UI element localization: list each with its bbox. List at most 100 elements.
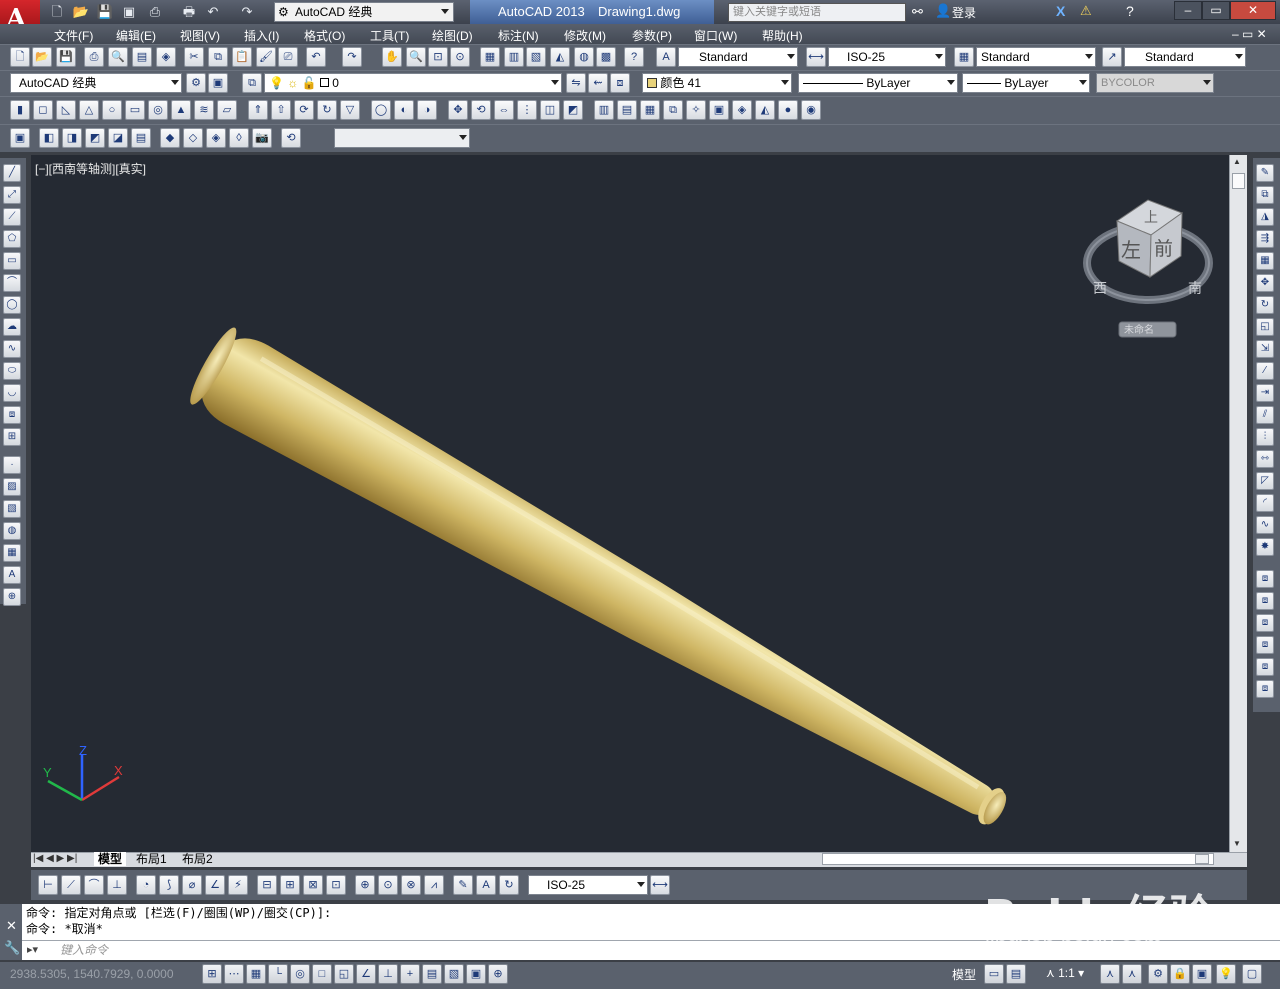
multileader-style-combo[interactable]: Standard (1124, 47, 1246, 67)
menu-modify[interactable]: 修改(M) (564, 27, 606, 44)
multileader-style-icon[interactable]: ↗ (1102, 47, 1122, 67)
match-properties-icon[interactable]: 🖌 (256, 47, 276, 67)
hscroll-thumb[interactable] (1195, 854, 1209, 864)
workspace-save-icon[interactable]: ▣ (208, 73, 228, 93)
print-icon[interactable]: 🖶 (180, 3, 198, 21)
auto-scale-icon[interactable]: ⋏ (1122, 964, 1142, 984)
check-icon[interactable]: ◈ (732, 100, 752, 120)
quick-view-layouts-icon[interactable]: ▭ (984, 964, 1004, 984)
spline-icon[interactable]: ∿ (3, 340, 21, 358)
workspace-switch-combo[interactable]: AutoCAD 经典 (10, 73, 182, 93)
scale-icon[interactable]: ◱ (1256, 318, 1274, 336)
fillet-icon[interactable]: ◜ (1256, 494, 1274, 512)
plot-preview-icon[interactable]: ⎙ (146, 3, 164, 21)
cone-icon[interactable]: △ (79, 100, 99, 120)
horizontal-scrollbar[interactable] (822, 853, 1214, 865)
make-block-icon[interactable]: ⊞ (3, 428, 21, 446)
sheet-set-icon[interactable]: ◭ (550, 47, 570, 67)
save-as-icon[interactable]: ▣ (120, 3, 138, 21)
arc-icon[interactable]: ⌒ (3, 274, 21, 292)
dynamic-input-icon[interactable]: + (400, 964, 420, 984)
text-style-combo[interactable]: Standard (678, 47, 798, 67)
baseline-dim-icon[interactable]: ⊟ (257, 875, 277, 895)
circle-icon[interactable]: ◯ (3, 296, 21, 314)
open-icon[interactable]: 📂 (32, 47, 52, 67)
dim-space-icon[interactable]: ⊠ (303, 875, 323, 895)
model-space-label[interactable]: 模型 (952, 966, 976, 983)
lineweight-display-icon[interactable]: ▤ (422, 964, 442, 984)
polyline-icon[interactable]: ⟋ (3, 208, 21, 226)
menu-insert[interactable]: 插入(I) (244, 27, 279, 44)
table-style-combo[interactable]: Standard (976, 47, 1096, 67)
revolve-icon[interactable]: ↻ (317, 100, 337, 120)
menu-edit[interactable]: 编辑(E) (116, 27, 156, 44)
copy-object-icon[interactable]: ⧉ (1256, 186, 1274, 204)
menu-format[interactable]: 格式(O) (304, 27, 345, 44)
wedge-icon[interactable]: ◺ (56, 100, 76, 120)
named-views-icon[interactable]: ▣ (10, 128, 30, 148)
jogged-dim-icon[interactable]: ⟆ (159, 875, 179, 895)
bottom-view-icon[interactable]: ◨ (62, 128, 82, 148)
construction-line-icon[interactable]: ⤢ (3, 186, 21, 204)
layer-state-icon[interactable]: ⧈ (610, 73, 630, 93)
3d-array-icon[interactable]: ⋮ (517, 100, 537, 120)
undo-icon[interactable]: ↶ (204, 3, 222, 21)
help-icon[interactable]: ? (1126, 3, 1134, 19)
break-icon[interactable]: ⫶ (1256, 428, 1274, 446)
quick-view-drawings-icon[interactable]: ▤ (1006, 964, 1026, 984)
dim-break-icon[interactable]: ⊡ (326, 875, 346, 895)
doc-window-controls[interactable]: – ▭ ✕ (1232, 27, 1267, 41)
radius-dim-icon[interactable]: ◔ (136, 875, 156, 895)
insert-block-icon[interactable]: ⧈ (3, 406, 21, 424)
multiline-text-icon[interactable]: A (3, 566, 21, 584)
menu-draw[interactable]: 绘图(D) (432, 27, 473, 44)
region-icon[interactable]: ◍ (3, 522, 21, 540)
polygon-icon[interactable]: ⬠ (3, 230, 21, 248)
layer-combo[interactable]: 💡 ☼ 🔓 0 (264, 73, 562, 93)
exchange-icon[interactable]: X (1056, 3, 1065, 19)
workspace-combo[interactable]: ⚙ AutoCAD 经典 (274, 2, 454, 22)
calculator-icon[interactable]: ▩ (596, 47, 616, 67)
tool-palettes-icon[interactable]: ▧ (526, 47, 546, 67)
grid-display-icon[interactable]: ▦ (246, 964, 266, 984)
clean-icon[interactable]: ✧ (686, 100, 706, 120)
open-file-icon[interactable]: 📂 (72, 3, 90, 21)
se-iso-icon[interactable]: ◇ (183, 128, 203, 148)
qnew-icon[interactable]: 🗋 (10, 47, 30, 67)
jogged-linear-icon[interactable]: ⩘ (424, 875, 444, 895)
stretch-icon[interactable]: ⇲ (1256, 340, 1274, 358)
blend-curves-icon[interactable]: ∿ (1256, 516, 1274, 534)
diameter-dim-icon[interactable]: ⌀ (182, 875, 202, 895)
cursor-coordinates[interactable]: 2938.5305, 1540.7929, 0.0000 (10, 967, 174, 981)
tab-nav-arrows[interactable]: |◀ ◀ ▶ ▶| (33, 853, 77, 864)
top-view-icon[interactable]: ◧ (39, 128, 59, 148)
join-icon[interactable]: ⇿ (1256, 450, 1274, 468)
workspace-settings-icon[interactable]: ⚙ (186, 73, 206, 93)
bring-above-icon[interactable]: ⧈ (1256, 614, 1274, 632)
color-combo[interactable]: 颜色 41 (642, 73, 792, 93)
compass-west-label[interactable]: 西 (1093, 281, 1107, 297)
autodesk-360-icon[interactable]: ⚠ (1080, 3, 1092, 19)
move-icon[interactable]: ✥ (1256, 274, 1274, 292)
workspace-switch-icon[interactable]: ⚙ (1148, 964, 1168, 984)
polysolid-icon[interactable]: ▮ (10, 100, 30, 120)
baseball-bat-model[interactable] (183, 322, 1024, 851)
infer-constraints-icon[interactable]: ⊞ (202, 964, 222, 984)
dim-text-edit-icon[interactable]: A (476, 875, 496, 895)
quick-dim-icon[interactable]: ⚡ (228, 875, 248, 895)
menu-dimension[interactable]: 标注(N) (498, 27, 539, 44)
3d-rotate-icon[interactable]: ⟲ (471, 100, 491, 120)
ordinate-dim-icon[interactable]: ⊥ (107, 875, 127, 895)
zoom-window-icon[interactable]: ⊡ (428, 47, 448, 67)
new-file-icon[interactable]: 🗋 (48, 3, 66, 21)
extract-edges-icon[interactable]: ▦ (640, 100, 660, 120)
dim-edit-icon[interactable]: ✎ (453, 875, 473, 895)
imprint-icon[interactable]: ▤ (617, 100, 637, 120)
aligned-dim-icon[interactable]: ⟋ (61, 875, 81, 895)
annotation-scale[interactable]: ⋏ 1:1 ▾ (1046, 966, 1084, 980)
linear-dim-icon[interactable]: ⊢ (38, 875, 58, 895)
minimize-button[interactable]: – (1174, 1, 1202, 20)
layer-previous-icon[interactable]: ⇜ (588, 73, 608, 93)
properties-icon[interactable]: ▦ (480, 47, 500, 67)
publish-icon[interactable]: ▤ (132, 47, 152, 67)
